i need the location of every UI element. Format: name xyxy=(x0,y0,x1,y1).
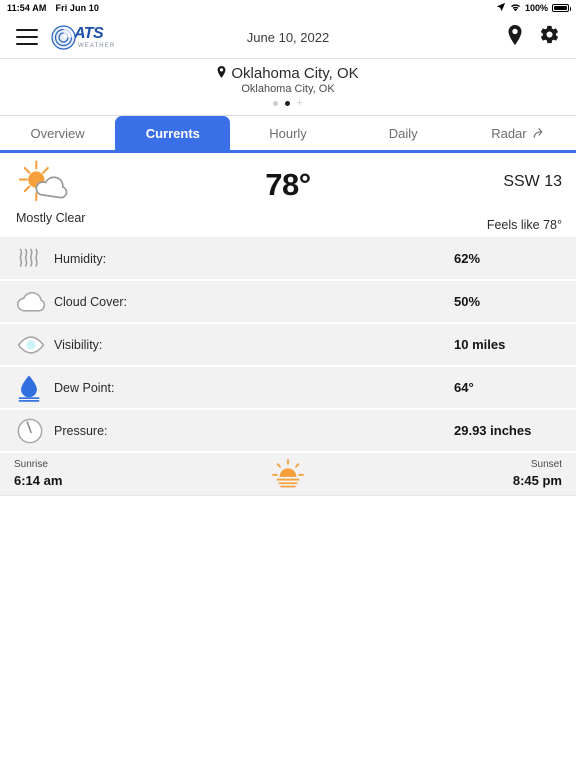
content-empty-area xyxy=(0,496,576,768)
detail-rows: Humidity: 62% Cloud Cover: 50% Visibilit… xyxy=(0,238,576,453)
gear-icon[interactable] xyxy=(539,24,560,50)
tab-radar-label: Radar xyxy=(491,125,527,141)
sunset-label: Sunset xyxy=(530,459,562,471)
temperature-block: 78° xyxy=(197,159,380,203)
app-root: 11:54 AM Fri Jun 10 100% ATS WEATHER Jun… xyxy=(0,0,576,768)
detail-value-pressure: 29.93 inches xyxy=(454,423,532,438)
detail-row-dew-point: Dew Point: 64° xyxy=(0,367,576,410)
map-pin-icon xyxy=(217,65,226,82)
cloud-icon xyxy=(16,290,50,314)
header-actions xyxy=(507,24,560,50)
eye-icon xyxy=(16,335,50,355)
pressure-gauge-icon xyxy=(16,417,50,445)
battery-full-icon xyxy=(552,4,571,12)
tab-hourly[interactable]: Hourly xyxy=(230,116,346,150)
detail-label-humidity: Humidity: xyxy=(54,251,107,266)
app-header: ATS WEATHER June 10, 2022 xyxy=(0,16,576,59)
humidity-waves-icon xyxy=(16,246,50,272)
detail-row-visibility: Visibility: 10 miles xyxy=(0,324,576,367)
sunset-value: 8:45 pm xyxy=(512,472,562,488)
detail-value-visibility: 10 miles xyxy=(454,337,506,352)
app-logo[interactable]: ATS WEATHER xyxy=(51,24,116,50)
ats-swirl-icon xyxy=(51,24,76,50)
detail-label-cloud-cover: Cloud Cover: xyxy=(54,294,127,309)
external-link-icon xyxy=(532,127,546,140)
wind-block: SSW 13 Feels like 78° xyxy=(379,159,562,237)
water-drop-icon xyxy=(16,374,50,402)
tab-currents-label: Currents xyxy=(145,125,200,141)
page-indicator: + xyxy=(0,98,576,109)
detail-label-visibility: Visibility: xyxy=(54,337,103,352)
detail-value-dew-point: 64° xyxy=(454,380,474,395)
tab-overview[interactable]: Overview xyxy=(0,116,116,150)
sunrise-icon xyxy=(271,459,305,489)
current-temperature: 78° xyxy=(265,167,311,202)
ios-status-bar: 11:54 AM Fri Jun 10 100% xyxy=(0,0,576,16)
sunrise-label: Sunrise xyxy=(14,459,48,471)
detail-value-cloud-cover: 50% xyxy=(454,294,481,309)
status-date: Fri Jun 10 xyxy=(55,3,100,13)
location-secondary-text: Oklahoma City, OK xyxy=(241,83,335,95)
map-pin-icon[interactable] xyxy=(507,24,523,50)
sunrise-sunset-row: Sunrise 6:14 am Sunset 8:45 pm xyxy=(0,453,576,496)
status-indicators: 100% xyxy=(496,2,571,14)
location-bar: Oklahoma City, OK Oklahoma City, OK + xyxy=(0,59,576,116)
logo-primary-text: ATS xyxy=(74,24,104,42)
location-arrow-icon xyxy=(496,2,506,14)
page-dot-active[interactable] xyxy=(285,101,291,106)
location-primary-text: Oklahoma City, OK xyxy=(231,65,359,82)
wifi-icon xyxy=(510,3,521,14)
sunrise-value: 6:14 am xyxy=(14,472,63,488)
detail-value-humidity: 62% xyxy=(454,251,481,266)
page-dot[interactable] xyxy=(273,101,279,106)
wind-value: SSW 13 xyxy=(503,173,562,190)
tab-bar: Overview Currents Hourly Daily Radar xyxy=(0,116,576,153)
detail-row-humidity: Humidity: 62% xyxy=(0,238,576,281)
detail-row-cloud-cover: Cloud Cover: 50% xyxy=(0,281,576,324)
tab-currents[interactable]: Currents xyxy=(115,116,231,150)
tab-hourly-label: Hourly xyxy=(269,125,307,141)
tab-radar[interactable]: Radar xyxy=(460,116,576,150)
condition-text: Mostly Clear xyxy=(16,211,86,225)
battery-percent: 100% xyxy=(524,3,548,13)
tab-daily-label: Daily xyxy=(388,125,418,141)
sun-behind-cloud-icon xyxy=(16,159,72,207)
logo-secondary-text: WEATHER xyxy=(78,42,116,49)
detail-row-pressure: Pressure: 29.93 inches xyxy=(0,410,576,453)
detail-label-pressure: Pressure: xyxy=(54,423,108,438)
tab-daily[interactable]: Daily xyxy=(345,116,461,150)
current-conditions-hero: Mostly Clear 78° SSW 13 Feels like 78° xyxy=(0,153,576,238)
condition-block: Mostly Clear xyxy=(14,159,197,225)
hamburger-menu-icon[interactable] xyxy=(16,29,38,45)
location-primary[interactable]: Oklahoma City, OK xyxy=(217,65,359,82)
sunrise-block: Sunrise 6:14 am xyxy=(14,459,62,489)
tab-overview-label: Overview xyxy=(30,125,85,141)
plus-icon[interactable]: + xyxy=(296,98,302,109)
detail-label-dew-point: Dew Point: xyxy=(54,380,115,395)
status-time: 11:54 AM xyxy=(7,3,47,13)
sunset-block: Sunset 8:45 pm xyxy=(513,459,562,489)
feels-like-value: Feels like 78° xyxy=(486,218,562,232)
